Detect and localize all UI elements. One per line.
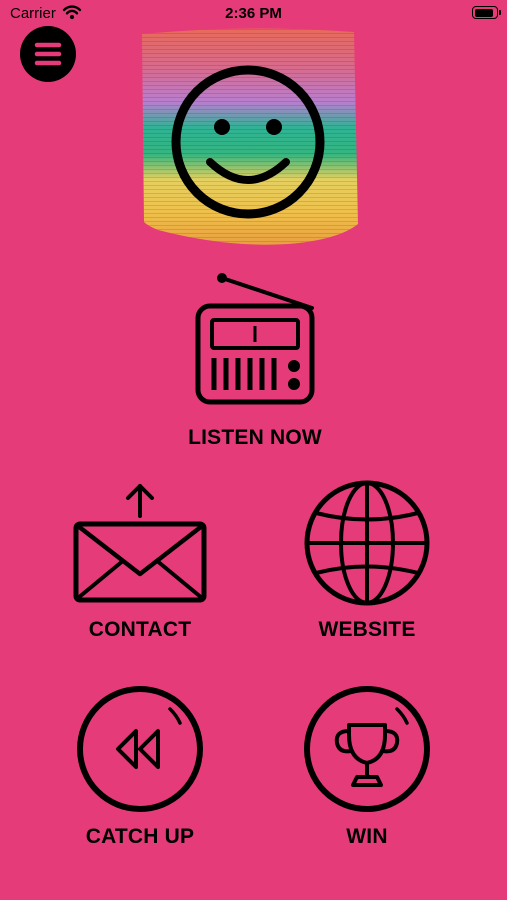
- trophy-icon: [304, 686, 430, 812]
- website-label: WEBSITE: [318, 618, 416, 641]
- hamburger-menu-icon: [34, 42, 62, 66]
- rewind-icon: [77, 686, 203, 812]
- radio-icon: [195, 273, 315, 405]
- contact-label: CONTACT: [88, 618, 192, 641]
- listen-now-button[interactable]: LISTEN NOW: [150, 270, 360, 450]
- envelope-upload-icon: [73, 484, 207, 603]
- menu-button[interactable]: [20, 26, 76, 82]
- contact-button[interactable]: CONTACT: [40, 480, 240, 642]
- battery-icon: [472, 6, 501, 19]
- website-button[interactable]: WEBSITE: [267, 478, 467, 642]
- catch-up-label: CATCH UP: [85, 825, 195, 848]
- status-bar: Carrier 2:36 PM: [0, 0, 507, 28]
- win-label: WIN: [346, 825, 388, 848]
- win-button[interactable]: WIN: [267, 683, 467, 849]
- listen-now-label: LISTEN NOW: [188, 426, 322, 449]
- clock-time: 2:36 PM: [225, 5, 282, 22]
- rainbow-slinky-smiley-logo: [142, 28, 358, 245]
- catch-up-button[interactable]: CATCH UP: [40, 683, 240, 849]
- globe-icon: [304, 480, 430, 606]
